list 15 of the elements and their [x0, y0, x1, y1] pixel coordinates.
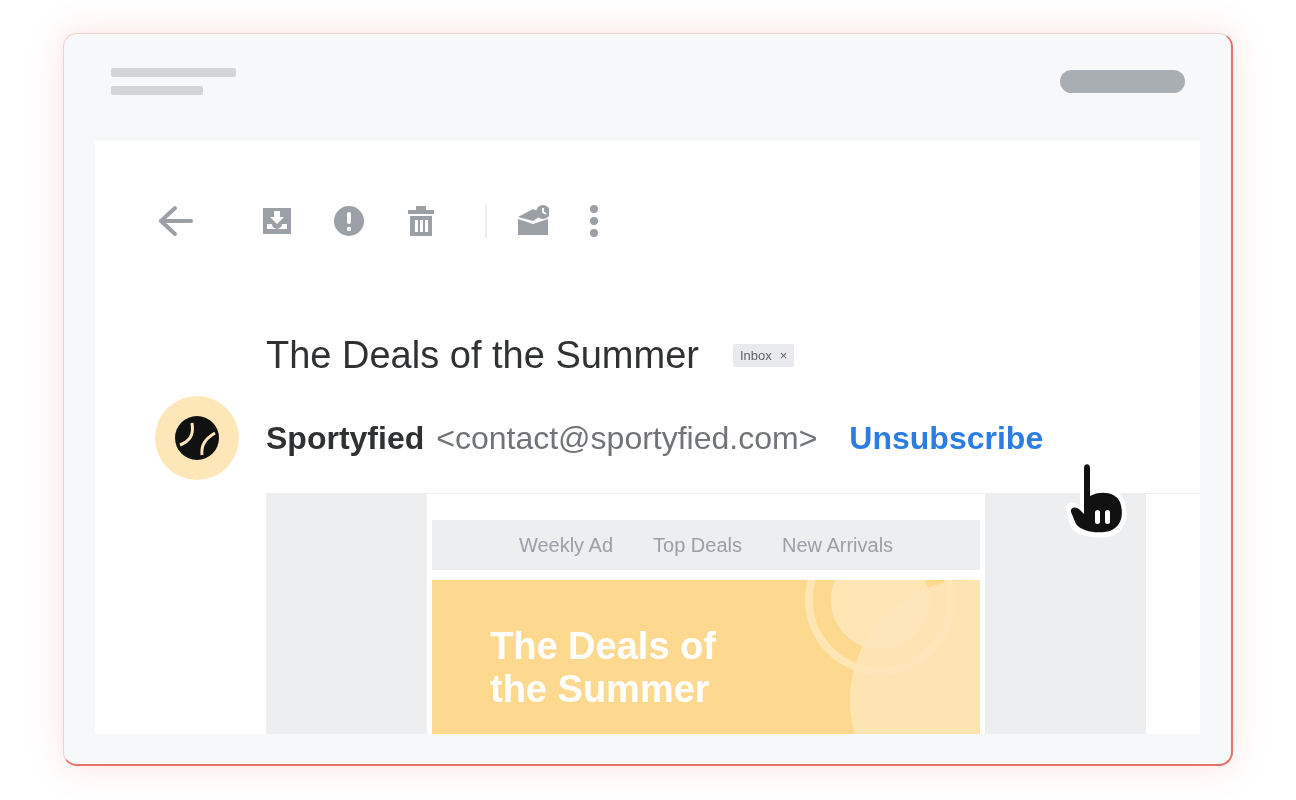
nav-link[interactable]: Weekly Ad	[518, 533, 613, 557]
nav-link[interactable]: Top Deals	[653, 533, 742, 557]
unsubscribe-link[interactable]: Unsubscribe	[849, 419, 1044, 457]
sender-name: Sportyfied	[266, 419, 425, 457]
nav-link[interactable]: New Arrivals	[781, 533, 894, 557]
email-subject: The Deals of the Summer	[266, 333, 699, 377]
exclamation-circle-icon[interactable]	[333, 205, 365, 237]
inbox-label-chip[interactable]: Inbox ×	[732, 343, 795, 367]
trash-icon[interactable]	[405, 205, 437, 237]
more-vertical-icon[interactable]	[589, 204, 599, 238]
sender-email: <contact@sportyfied.com>	[436, 419, 818, 457]
ball-icon	[174, 415, 220, 461]
envelope-clock-icon[interactable]	[517, 205, 549, 237]
archive-icon[interactable]	[261, 205, 293, 237]
banner-title: The Deals of the Summer	[490, 625, 716, 711]
